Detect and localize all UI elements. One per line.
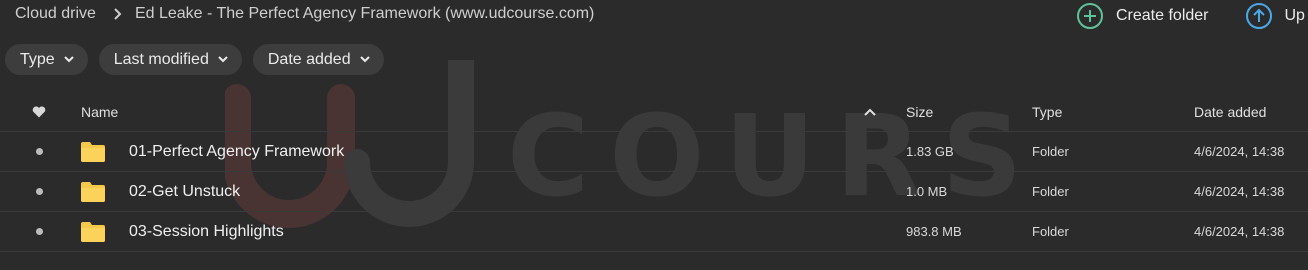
column-header-size[interactable]: Size [906, 92, 933, 131]
heart-icon[interactable] [30, 92, 48, 131]
breadcrumb-current: Ed Leake - The Perfect Agency Framework … [134, 5, 595, 22]
chevron-up-icon[interactable] [862, 92, 878, 131]
favorite-dot[interactable] [30, 132, 48, 171]
breadcrumb-root[interactable]: Cloud drive [15, 5, 96, 23]
create-folder-label: Create folder [1116, 7, 1209, 24]
file-name[interactable]: 02-Get Unstuck [129, 172, 240, 211]
column-header-name[interactable]: Name [81, 92, 118, 131]
folder-icon [80, 172, 106, 211]
filter-last-modified-label: Last modified [113, 50, 209, 68]
column-header-date-added[interactable]: Date added [1194, 92, 1266, 131]
filter-type-label: Type [20, 50, 55, 68]
table-row[interactable]: 01-Perfect Agency Framework 1.83 GB Fold… [0, 132, 1308, 172]
file-type: Folder [1032, 144, 1069, 159]
file-date-added: 4/6/2024, 14:38 [1194, 224, 1285, 239]
chevron-right-icon [113, 8, 122, 20]
filter-type[interactable]: Type [5, 44, 88, 75]
filter-bar: Type Last modified Date added [5, 44, 384, 75]
file-date-added: 4/6/2024, 14:38 [1194, 184, 1285, 199]
filter-date-added[interactable]: Date added [252, 44, 384, 75]
filter-date-added-label: Date added [267, 50, 351, 68]
upload-label: Up [1284, 7, 1305, 24]
file-size: 1.0 MB [906, 184, 948, 199]
file-name[interactable]: 03-Session Highlights [129, 212, 284, 251]
file-table: Name Size Type Date added 01-Perfect Age… [0, 92, 1308, 252]
file-type: Folder [1032, 184, 1069, 199]
top-bar: Cloud drive Ed Leake - The Perfect Agenc… [0, 0, 1308, 32]
file-size: 983.8 MB [906, 224, 962, 239]
table-row[interactable]: 02-Get Unstuck 1.0 MB Folder 4/6/2024, 1… [0, 172, 1308, 212]
table-row[interactable]: 03-Session Highlights 983.8 MB Folder 4/… [0, 212, 1308, 252]
arrow-up-circle-icon [1245, 2, 1273, 30]
create-folder-button[interactable]: Create folder [1076, 2, 1209, 30]
toolbar-actions: Create folder Up [1076, 2, 1305, 30]
favorite-dot[interactable] [30, 212, 48, 251]
chevron-down-icon [63, 56, 74, 63]
filter-last-modified[interactable]: Last modified [98, 44, 242, 75]
file-type: Folder [1032, 224, 1069, 239]
chevron-down-icon [218, 56, 228, 63]
file-size: 1.83 GB [906, 144, 954, 159]
folder-icon [80, 132, 106, 171]
file-name[interactable]: 01-Perfect Agency Framework [129, 132, 344, 171]
favorite-dot[interactable] [30, 172, 48, 211]
chevron-down-icon [359, 56, 370, 63]
folder-icon [80, 212, 106, 251]
file-date-added: 4/6/2024, 14:38 [1194, 144, 1285, 159]
table-header: Name Size Type Date added [0, 92, 1308, 132]
breadcrumb: Cloud drive Ed Leake - The Perfect Agenc… [15, 5, 594, 23]
upload-button[interactable]: Up [1245, 2, 1305, 30]
column-header-type[interactable]: Type [1032, 92, 1062, 131]
plus-circle-icon [1076, 2, 1104, 30]
